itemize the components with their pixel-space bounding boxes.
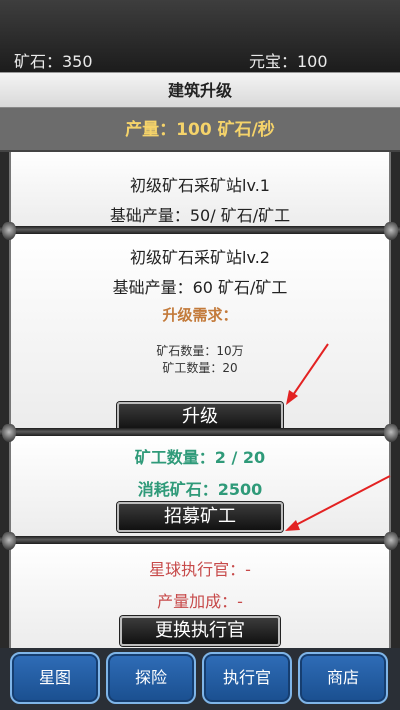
production-rate: 产量：100 矿石/秒 (0, 108, 400, 152)
panel-divider (0, 536, 400, 544)
ornament-icon (384, 532, 398, 550)
ore-count: 矿石：350 (14, 52, 93, 71)
recruit-miner-button[interactable]: 招募矿工 (117, 502, 283, 532)
panel-divider (0, 428, 400, 436)
next-building-rate: 基础产量：60 矿石/矿工 (112, 278, 288, 297)
upgrade-requirement-title: 升级需求： (162, 306, 238, 324)
next-building-name: 初级矿石采矿站lv.2 (130, 248, 270, 267)
requirement-miners: 矿工数量：20 (162, 361, 238, 375)
miner-count: 矿工数量：2 / 20 (134, 448, 266, 467)
requirement-ore: 矿石数量：10万 (156, 344, 244, 358)
panel-divider (0, 226, 400, 234)
current-building-name: 初级矿石采矿站lv.1 (130, 176, 270, 195)
bottom-nav: 星图 探险 执行官 商店 (0, 648, 400, 710)
upgrade-panel: 初级矿石采矿站lv.2 基础产量：60 矿石/矿工 升级需求： 矿石数量：10万… (9, 234, 391, 432)
resource-bar: 矿石：350 元宝：100 (0, 0, 400, 72)
current-building-panel: 初级矿石采矿站lv.1 基础产量：50/ 矿石/矿工 (9, 152, 391, 226)
change-officer-button[interactable]: 更换执行官 (120, 616, 280, 646)
miners-panel: 矿工数量：2 / 20 消耗矿石：2500 招募矿工 (9, 436, 391, 536)
ornament-icon (2, 424, 16, 442)
nav-shop-button[interactable]: 商店 (298, 652, 388, 704)
ornament-icon (384, 222, 398, 240)
page-title: 建筑升级 (0, 72, 400, 108)
ornament-icon (2, 532, 16, 550)
miner-cost: 消耗矿石：2500 (137, 480, 263, 499)
ornament-icon (2, 222, 16, 240)
production-bonus: 产量加成：- (157, 592, 243, 611)
nav-star-map-button[interactable]: 星图 (10, 652, 100, 704)
officer-panel: 星球执行官：- 产量加成：- 更换执行官 (9, 544, 391, 648)
gold-count: 元宝：100 (249, 52, 328, 71)
current-building-rate: 基础产量：50/ 矿石/矿工 (109, 206, 291, 225)
ornament-icon (384, 424, 398, 442)
nav-officer-button[interactable]: 执行官 (202, 652, 292, 704)
nav-explore-button[interactable]: 探险 (106, 652, 196, 704)
planet-officer: 星球执行官：- (149, 560, 251, 579)
